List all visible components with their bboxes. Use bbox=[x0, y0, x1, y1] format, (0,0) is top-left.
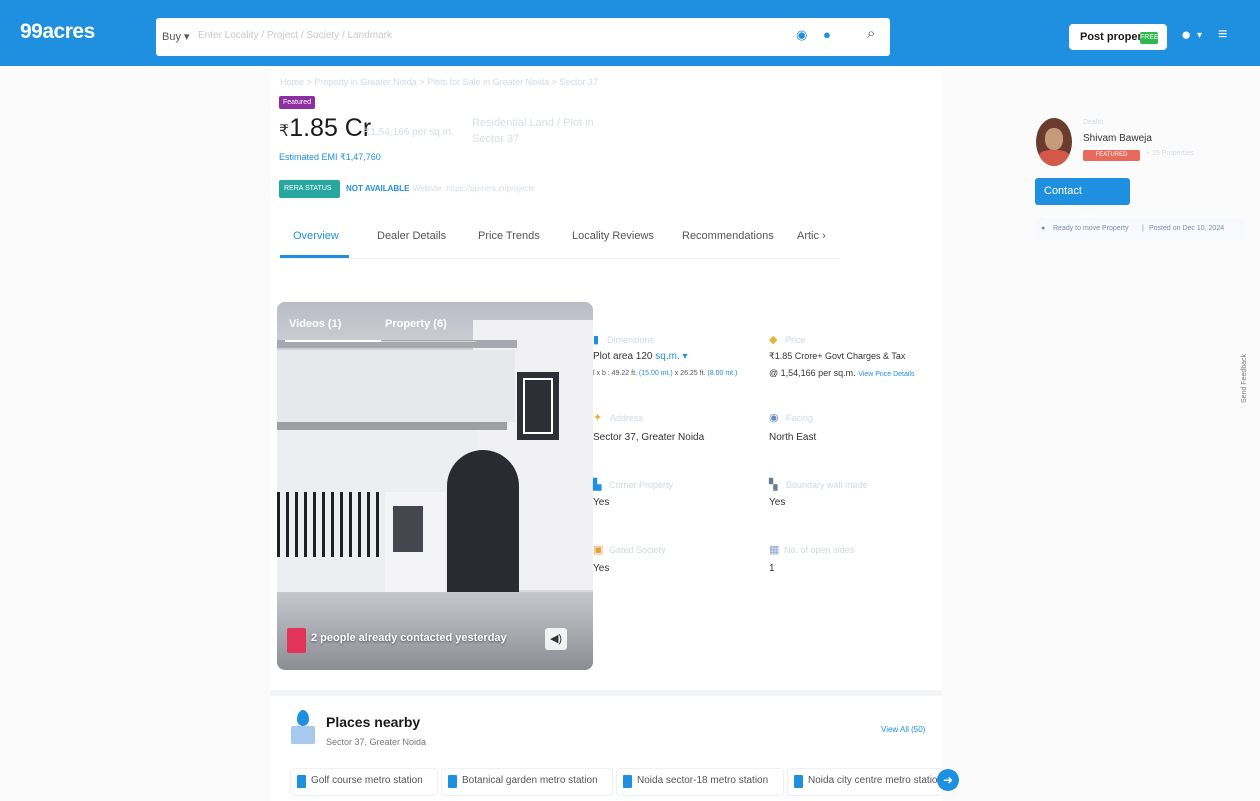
mute-icon[interactable]: ◀) bbox=[545, 628, 567, 650]
site-logo[interactable]: 99acres bbox=[20, 20, 95, 44]
place-chip[interactable]: Noida city centre metro station bbox=[787, 768, 943, 796]
price-tag-icon: ◆ bbox=[769, 334, 778, 346]
media-tabs: Videos (1) Property (6) bbox=[277, 302, 593, 344]
featured-badge: Featured bbox=[279, 96, 315, 109]
breadcrumb[interactable]: Home > Property in Greater Noida > Plots… bbox=[280, 77, 598, 87]
search-bar[interactable]: Buy ▾ Enter Locality / Project / Society… bbox=[156, 18, 890, 56]
open-sides-label: No. of open sides bbox=[784, 545, 855, 555]
tab-videos[interactable]: Videos (1) bbox=[289, 318, 341, 330]
open-sides-icon: ▦ bbox=[769, 544, 780, 556]
corner-property-value: Yes bbox=[593, 497, 610, 508]
gated-society-value: Yes bbox=[593, 563, 610, 574]
tab-articles[interactable]: Artic › bbox=[797, 230, 826, 242]
location-icon[interactable]: ◉ bbox=[796, 27, 807, 43]
facing-value: North East bbox=[769, 432, 817, 443]
unit-dropdown[interactable]: sq.m. ▾ bbox=[655, 351, 687, 362]
price-label: Price bbox=[785, 335, 806, 345]
property-photo-gallery[interactable]: Videos (1) Property (6) 2 people already… bbox=[277, 302, 593, 670]
price-value: ₹1.85 Crore+ Govt Charges & Tax bbox=[769, 351, 906, 361]
bookmark-icon bbox=[623, 775, 632, 788]
dealer-properties-count[interactable]: + 15 Properties bbox=[1146, 150, 1194, 157]
tab-recommendations[interactable]: Recommendations bbox=[682, 230, 774, 242]
free-badge: FREE bbox=[1140, 32, 1159, 44]
rera-website[interactable]: Website: https://up-rera.in/projects bbox=[413, 184, 535, 193]
chevron-down-icon[interactable]: ▾ bbox=[1197, 30, 1202, 41]
corner-property-label: Corner Property bbox=[609, 480, 674, 490]
map-pin-icon bbox=[289, 710, 315, 746]
dimensions-detail: l x b : 49.22 ft. (15.00 mt.) x 26.25 ft… bbox=[593, 370, 738, 377]
view-price-details-link[interactable]: View Price Details bbox=[858, 371, 914, 378]
top-navbar: 99acres Buy ▾ Enter Locality / Project /… bbox=[0, 0, 1260, 66]
bookmark-icon bbox=[448, 775, 457, 788]
gated-society-icon: ▣ bbox=[593, 544, 604, 556]
tab-price-trends[interactable]: Price Trends bbox=[478, 230, 540, 242]
address-value: Sector 37, Greater Noida bbox=[593, 432, 705, 443]
microphone-icon[interactable]: ● bbox=[823, 27, 831, 42]
boundary-wall-label: Boundary wall made bbox=[786, 480, 868, 490]
buy-dropdown[interactable]: Buy ▾ bbox=[162, 30, 190, 43]
dealer-role: Dealer bbox=[1083, 119, 1104, 126]
contact-flag-icon bbox=[287, 628, 306, 653]
bookmark-icon bbox=[297, 775, 306, 788]
address-label: Address bbox=[610, 413, 644, 423]
places-nearby-title: Places nearby bbox=[326, 714, 421, 730]
compass-icon: ◉ bbox=[769, 412, 779, 424]
property-description: Residential Land / Plot in Sector 37 bbox=[472, 117, 594, 145]
dealer-name[interactable]: Shivam Baweja bbox=[1083, 133, 1152, 144]
hamburger-menu-icon[interactable]: ≡ bbox=[1218, 26, 1227, 44]
place-chip[interactable]: Golf course metro station bbox=[290, 768, 438, 796]
section-divider bbox=[270, 690, 942, 696]
place-chip[interactable]: Botanical garden metro station bbox=[441, 768, 613, 796]
tabs-divider bbox=[280, 258, 840, 259]
dealer-avatar bbox=[1036, 118, 1072, 166]
active-tab-indicator bbox=[280, 255, 349, 258]
bookmark-icon bbox=[794, 775, 803, 788]
place-chip[interactable]: Noida sector-18 metro station bbox=[616, 768, 784, 796]
search-icon[interactable]: ⌕ bbox=[867, 25, 875, 42]
send-feedback-tab[interactable]: Send Feedback bbox=[1241, 345, 1258, 415]
plot-area-value: Plot area 120 sq.m. ▾ bbox=[593, 351, 688, 362]
chevron-right-icon[interactable]: › bbox=[822, 230, 826, 242]
address-icon: ✦ bbox=[593, 412, 603, 424]
posted-date: Posted on Dec 10, 2024 bbox=[1149, 225, 1225, 232]
estimated-emi-link[interactable]: Estimated EMI ₹1,47,760 bbox=[279, 152, 381, 163]
search-input[interactable]: Enter Locality / Project / Society / Lan… bbox=[198, 30, 392, 41]
boundary-wall-icon: ▚ bbox=[769, 479, 778, 491]
featured-dealer-badge: FEATURED DEALER bbox=[1083, 150, 1140, 169]
gated-society-label: Gated Society bbox=[609, 545, 666, 555]
contacted-banner: 2 people already contacted yesterday bbox=[287, 626, 507, 653]
arrow-right-icon[interactable]: ➜ bbox=[937, 769, 959, 791]
ready-to-move-status: Ready to move Property bbox=[1053, 225, 1129, 232]
listing-status-bar: ● Ready to move Property | Posted on Dec… bbox=[1036, 218, 1244, 240]
view-all-link[interactable]: View All (50) bbox=[881, 725, 925, 734]
places-nearby-subtitle: Sector 37, Greater Noida bbox=[326, 737, 427, 747]
dimensions-label: Dimensions bbox=[607, 335, 655, 345]
tab-overview[interactable]: Overview bbox=[293, 230, 339, 242]
listing-price: ₹1.85 Cr bbox=[279, 114, 372, 142]
post-property-button[interactable]: Post property FREE bbox=[1069, 24, 1167, 50]
boundary-wall-value: Yes bbox=[769, 497, 786, 508]
tab-property-photos[interactable]: Property (6) bbox=[385, 318, 447, 330]
user-icon[interactable]: ● bbox=[1181, 25, 1191, 45]
tab-dealer-details[interactable]: Dealer Details bbox=[377, 230, 446, 242]
price-per-sqm-detail: @ 1,54,166 per sq.m. View Price Details bbox=[769, 368, 915, 378]
open-sides-value: 1 bbox=[769, 563, 775, 574]
corner-property-icon: ▙ bbox=[593, 479, 602, 491]
window-image bbox=[517, 372, 559, 440]
dimensions-icon: ▮ bbox=[593, 334, 600, 346]
ready-icon: ● bbox=[1041, 225, 1046, 232]
rera-status-badge[interactable]: RERA STATUS ⓘ bbox=[279, 180, 340, 210]
price-per-sqm: ₹1,54,166 per sq.m. bbox=[364, 127, 454, 138]
facing-label: Facing bbox=[786, 413, 814, 423]
rera-value: NOT AVAILABLE bbox=[346, 184, 410, 193]
contact-dealer-button[interactable]: Contact DealerFREE bbox=[1035, 178, 1130, 227]
tab-locality-reviews[interactable]: Locality Reviews bbox=[572, 230, 654, 242]
